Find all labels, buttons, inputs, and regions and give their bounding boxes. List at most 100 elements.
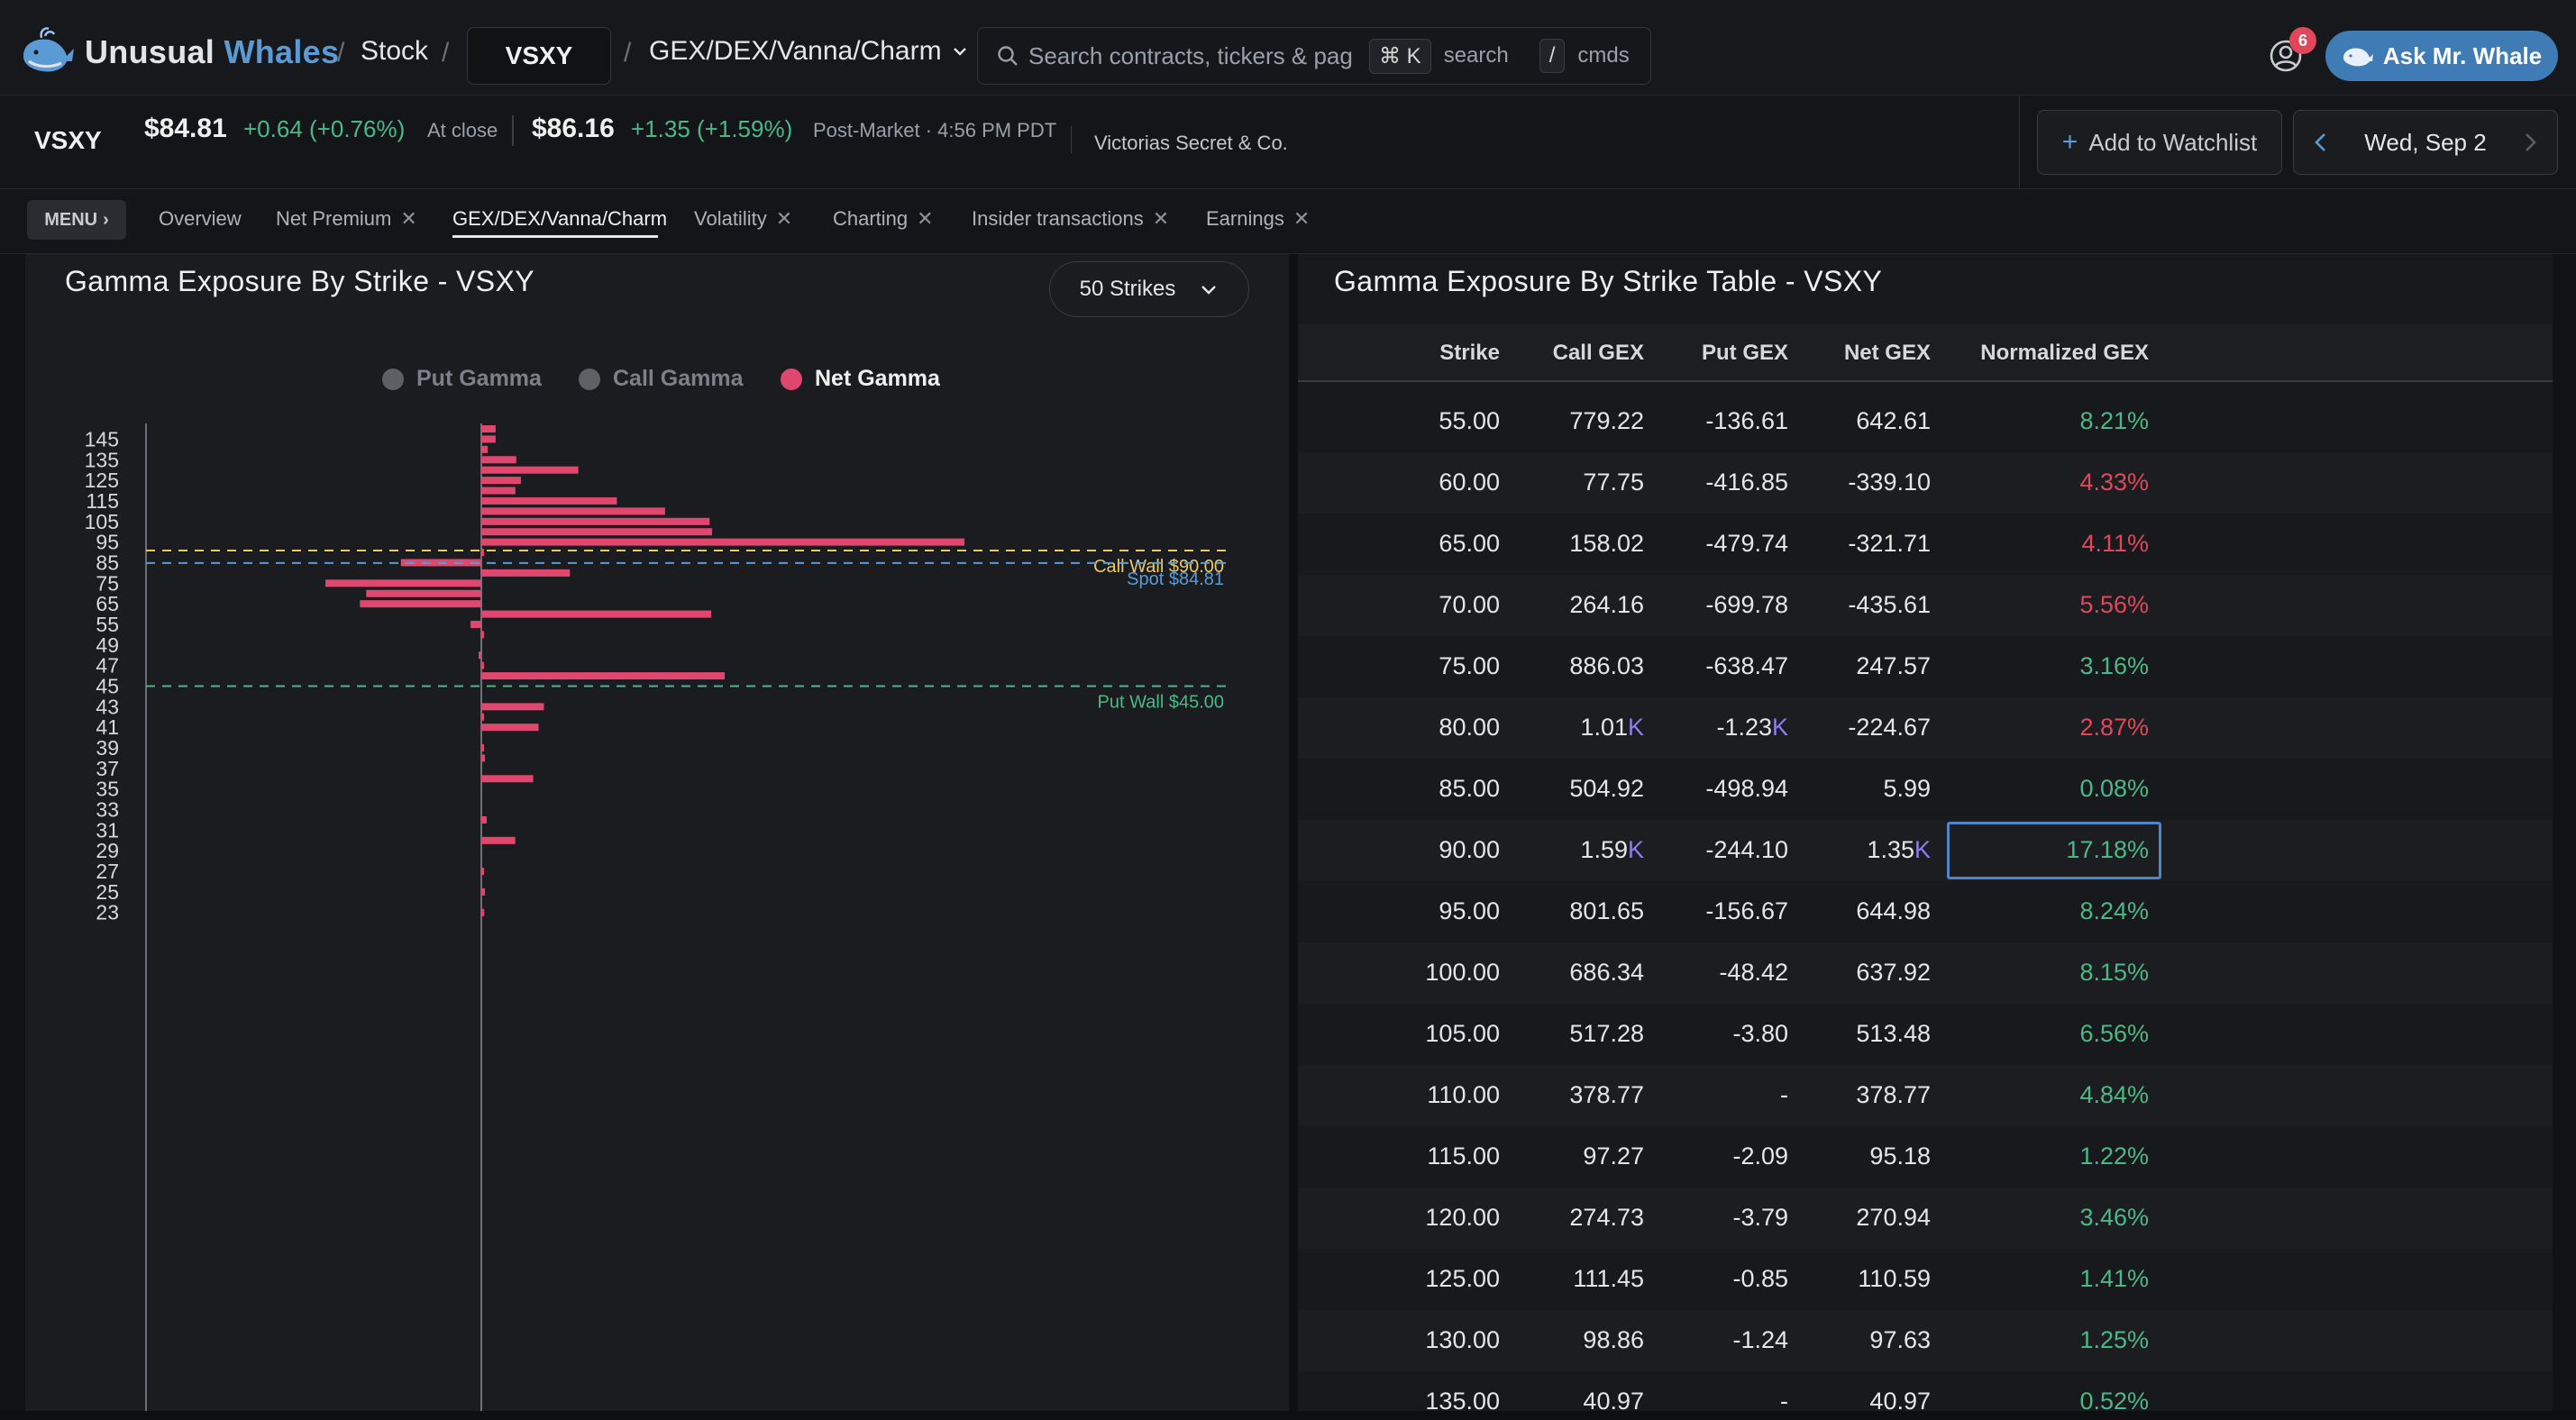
cell-strike[interactable]: 115.00	[1427, 1142, 1500, 1170]
cell-normalized-gex[interactable]: 3.46%	[2079, 1204, 2149, 1232]
cell-net-gex[interactable]: 5.99	[1883, 775, 1931, 803]
net-gamma-bar-strike-115[interactable]	[481, 496, 617, 505]
cell-put-gex[interactable]: -638.47	[1705, 652, 1788, 680]
column-header-put-gex[interactable]: Put GEX	[1702, 341, 1788, 366]
tab-earnings[interactable]: Earnings ✕	[1206, 207, 1310, 231]
cell-normalized-gex[interactable]: 1.25%	[2079, 1326, 2149, 1354]
net-gamma-bar-strike-42[interactable]	[481, 713, 484, 721]
cell-put-gex[interactable]: -	[1780, 1081, 1788, 1109]
cell-normalized-gex[interactable]: 0.08%	[2079, 775, 2149, 803]
close-icon[interactable]: ✕	[917, 207, 933, 231]
cell-normalized-gex[interactable]: 4.84%	[2079, 1081, 2149, 1109]
cell-strike[interactable]: 80.00	[1439, 714, 1500, 742]
net-gamma-bar-strike-55[interactable]	[470, 620, 481, 628]
menu-button[interactable]: MENU ›	[27, 200, 126, 240]
ask-mr-whale-button[interactable]: Ask Mr. Whale	[2325, 31, 2558, 81]
net-gamma-bar-strike-48[interactable]	[479, 651, 481, 660]
tab-insider-transactions[interactable]: Insider transactions ✕	[972, 207, 1169, 231]
cell-net-gex[interactable]: 110.59	[1858, 1265, 1931, 1293]
cell-strike[interactable]: 120.00	[1425, 1204, 1500, 1232]
net-gamma-bar-strike-80[interactable]	[481, 569, 571, 577]
cell-put-gex[interactable]: -699.78	[1705, 591, 1788, 619]
net-gamma-bar-strike-145[interactable]	[481, 435, 496, 443]
net-gamma-bar-strike-60[interactable]	[481, 610, 712, 618]
search-input[interactable]: Search contracts, tickers & pag	[1028, 42, 1353, 70]
cell-strike[interactable]: 65.00	[1439, 530, 1500, 558]
net-gamma-bar-strike-46[interactable]	[481, 672, 725, 680]
net-gamma-bar-strike-39[interactable]	[481, 744, 484, 752]
cell-put-gex[interactable]: -1.24	[1732, 1326, 1788, 1354]
net-gamma-bar-strike-130[interactable]	[481, 466, 579, 474]
tab-gex-dex-vanna-charm[interactable]: GEX/DEX/Vanna/Charm	[452, 207, 667, 231]
breadcrumb-stock[interactable]: Stock	[361, 36, 428, 67]
cell-put-gex[interactable]: -48.42	[1719, 959, 1788, 987]
net-gamma-bar-strike-120[interactable]	[481, 487, 516, 495]
cell-net-gex[interactable]: 97.63	[1869, 1326, 1931, 1354]
cell-call-gex[interactable]: 77.75	[1583, 469, 1644, 496]
cell-net-gex[interactable]: 95.18	[1869, 1142, 1931, 1170]
cell-net-gex[interactable]: 270.94	[1856, 1204, 1931, 1232]
cell-normalized-gex[interactable]: 8.24%	[2079, 897, 2149, 925]
cell-normalized-gex[interactable]: 2.87%	[2079, 714, 2149, 742]
cell-call-gex[interactable]: 97.27	[1583, 1142, 1644, 1170]
net-gamma-bar-strike-95[interactable]	[481, 538, 965, 546]
net-gamma-bar-strike-140[interactable]	[481, 445, 489, 453]
cell-call-gex[interactable]: 686.34	[1569, 959, 1644, 987]
panel-splitter[interactable]	[1289, 254, 1298, 1420]
close-icon[interactable]: ✕	[1293, 207, 1310, 231]
cell-strike[interactable]: 105.00	[1425, 1020, 1500, 1048]
cell-call-gex[interactable]: 801.65	[1569, 897, 1644, 925]
cell-net-gex[interactable]: 1.35K	[1867, 836, 1931, 864]
net-gamma-bar-strike-32[interactable]	[481, 815, 487, 824]
section-dropdown[interactable]: GEX/DEX/Vanna/Charm	[649, 36, 969, 67]
cell-strike[interactable]: 125.00	[1425, 1265, 1500, 1293]
net-gamma-bar-strike-43[interactable]	[481, 703, 544, 711]
cell-put-gex[interactable]: -3.79	[1732, 1204, 1788, 1232]
cell-strike[interactable]: 95.00	[1439, 897, 1500, 925]
net-gamma-bar-strike-147[interactable]	[481, 425, 496, 432]
column-header-call-gex[interactable]: Call GEX	[1553, 341, 1644, 366]
cell-put-gex[interactable]: -136.61	[1705, 407, 1788, 435]
cell-put-gex[interactable]: -0.85	[1732, 1265, 1788, 1293]
cell-put-gex[interactable]: -3.80	[1732, 1020, 1788, 1048]
cell-call-gex[interactable]: 517.28	[1569, 1020, 1644, 1048]
column-header-normalized-gex[interactable]: Normalized GEX	[1980, 341, 2149, 366]
cell-net-gex[interactable]: 642.61	[1856, 407, 1931, 435]
cell-normalized-gex[interactable]: 4.11%	[2081, 530, 2149, 558]
cell-net-gex[interactable]: -224.67	[1848, 714, 1931, 742]
net-gamma-bar-strike-105[interactable]	[481, 517, 710, 525]
cell-call-gex[interactable]: 274.73	[1569, 1204, 1644, 1232]
cell-put-gex[interactable]: -244.10	[1705, 836, 1788, 864]
gamma-exposure-chart[interactable]: 1451351251151059585756555494745434139373…	[25, 254, 1289, 1420]
cell-strike[interactable]: 60.00	[1439, 469, 1500, 496]
column-header-net-gex[interactable]: Net GEX	[1844, 341, 1931, 366]
net-gamma-bar-strike-65[interactable]	[360, 600, 481, 608]
cell-net-gex[interactable]: -339.10	[1848, 469, 1931, 496]
net-gamma-bar-strike-50[interactable]	[481, 631, 484, 639]
add-to-watchlist-button[interactable]: + Add to Watchlist	[2037, 110, 2282, 175]
tab-charting[interactable]: Charting ✕	[833, 207, 934, 231]
chevron-right-icon[interactable]	[2517, 131, 2541, 154]
tab-net-premium[interactable]: Net Premium ✕	[276, 207, 417, 231]
cell-net-gex[interactable]: 513.48	[1856, 1020, 1931, 1048]
cell-call-gex[interactable]: 111.45	[1573, 1265, 1644, 1293]
cell-strike[interactable]: 70.00	[1439, 591, 1500, 619]
cell-put-gex[interactable]: -416.85	[1705, 469, 1788, 496]
cell-strike[interactable]: 85.00	[1439, 775, 1500, 803]
net-gamma-bar-strike-70[interactable]	[366, 589, 481, 597]
cell-call-gex[interactable]: 779.22	[1569, 407, 1644, 435]
cell-net-gex[interactable]: -435.61	[1848, 591, 1931, 619]
cell-strike[interactable]: 110.00	[1427, 1081, 1500, 1109]
net-gamma-bar-strike-41[interactable]	[481, 724, 539, 732]
cell-strike[interactable]: 90.00	[1439, 836, 1500, 864]
search-bar[interactable]: Search contracts, tickers & pag ⌘ K sear…	[977, 27, 1651, 85]
cell-net-gex[interactable]: 637.92	[1856, 959, 1931, 987]
net-gamma-bar-strike-75[interactable]	[325, 579, 481, 587]
cell-normalized-gex[interactable]: 6.56%	[2079, 1020, 2149, 1048]
close-icon[interactable]: ✕	[400, 207, 416, 231]
cell-call-gex[interactable]: 158.02	[1569, 530, 1644, 558]
cell-put-gex[interactable]: -498.94	[1705, 775, 1788, 803]
cell-net-gex[interactable]: 644.98	[1856, 897, 1931, 925]
net-gamma-bar-strike-36[interactable]	[481, 775, 534, 783]
net-gamma-bar-strike-30[interactable]	[481, 836, 516, 844]
